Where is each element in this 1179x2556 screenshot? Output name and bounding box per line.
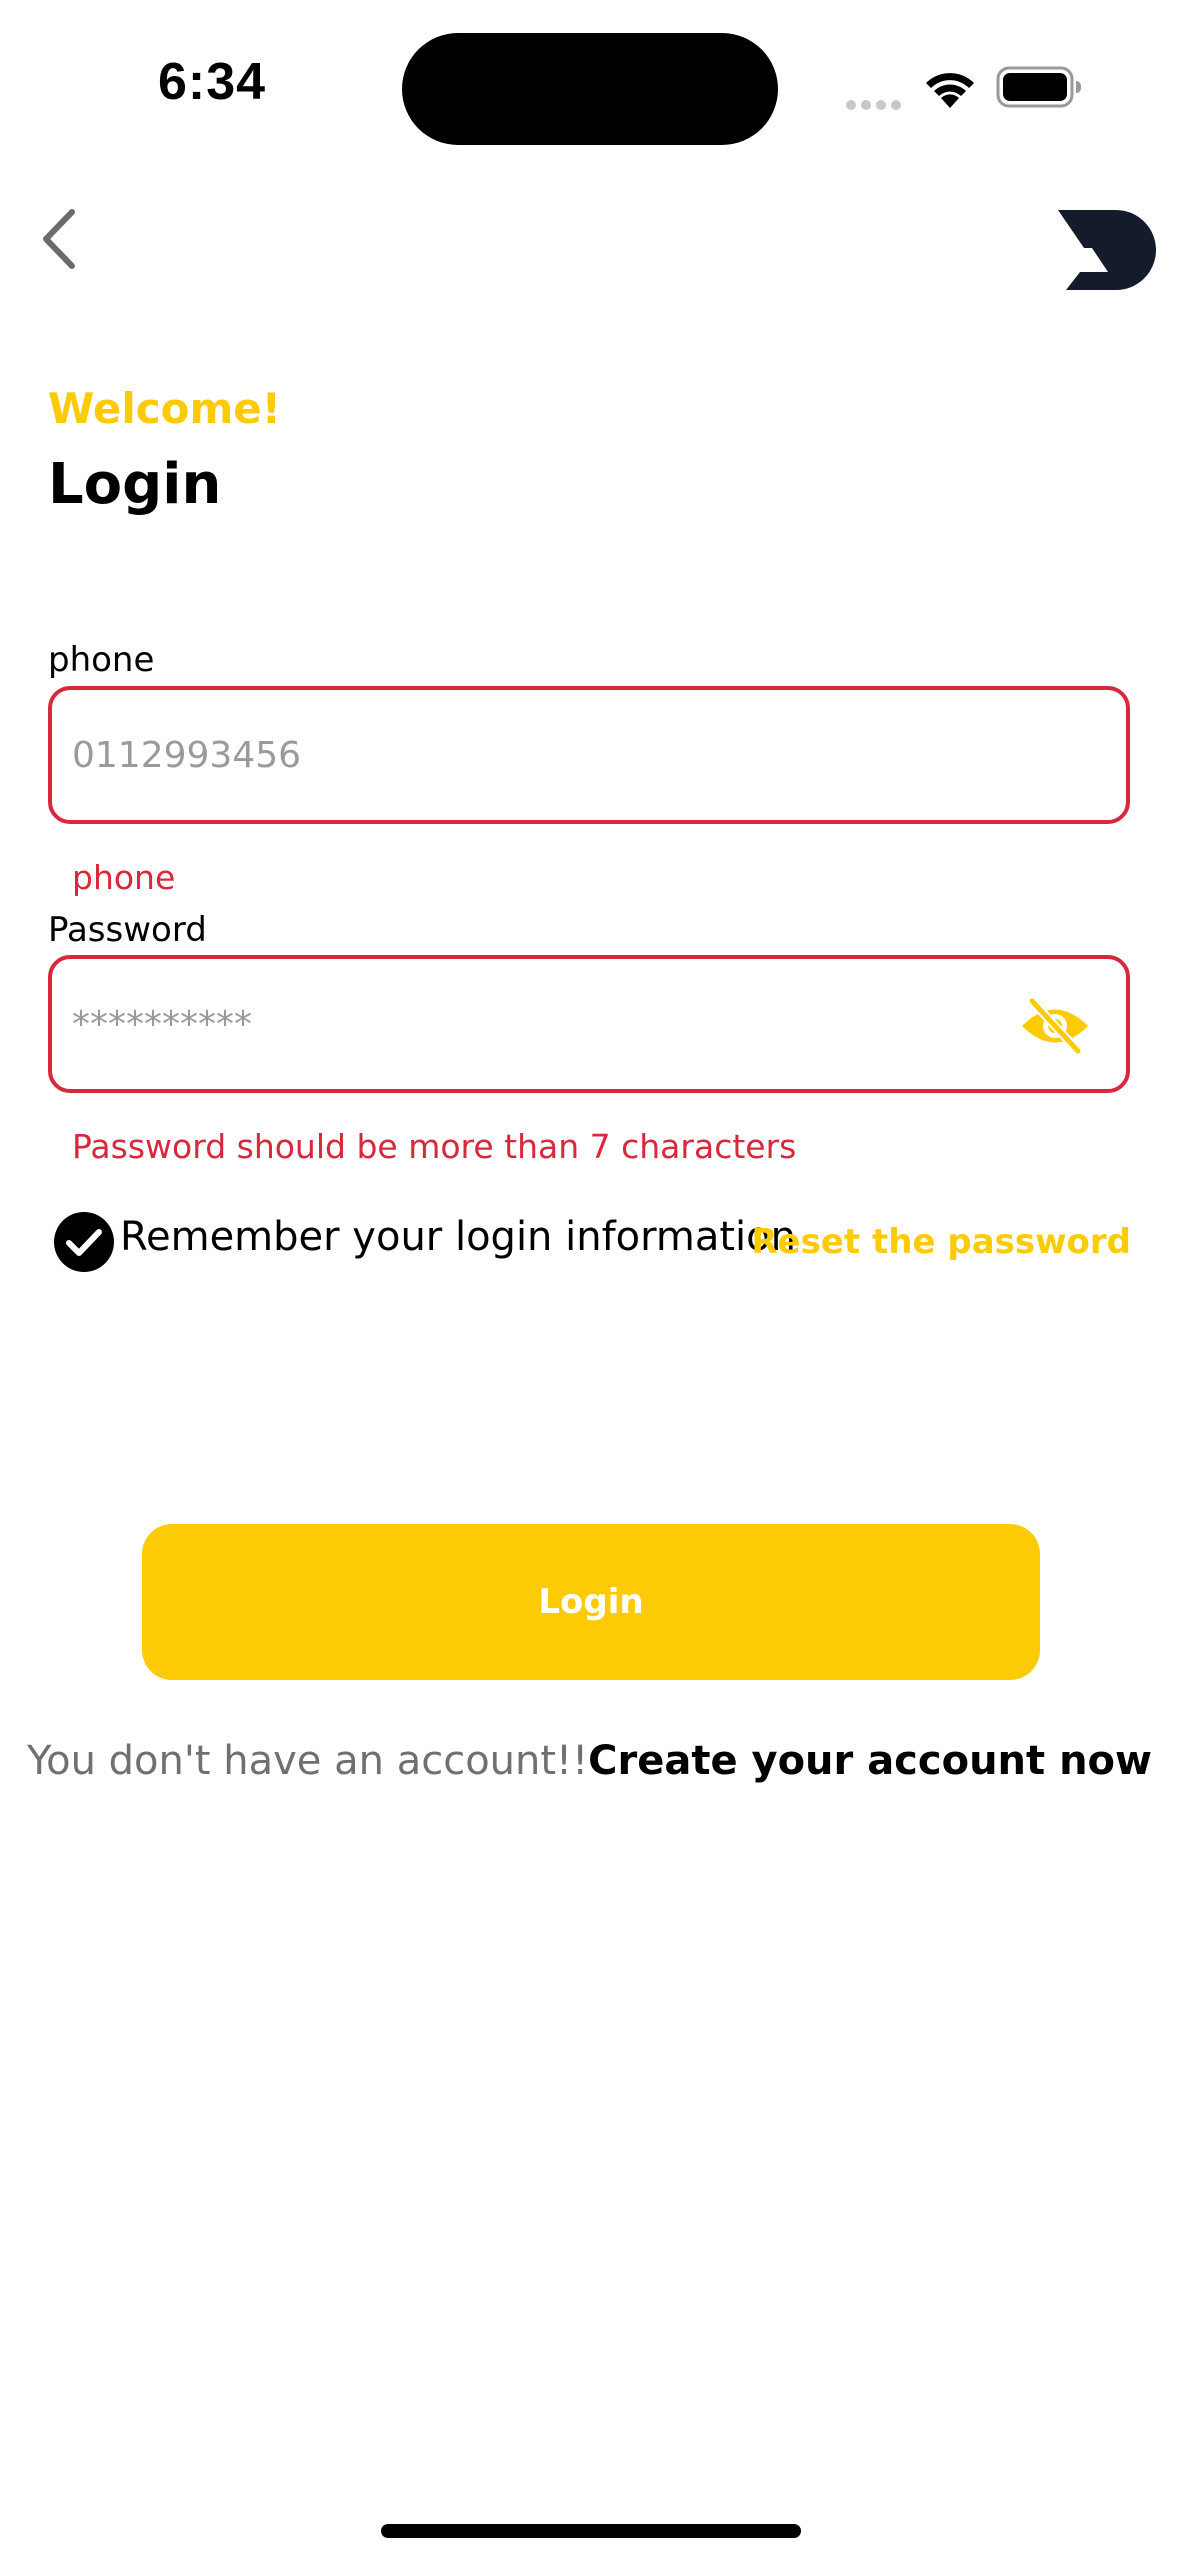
password-label: Password xyxy=(48,910,207,950)
wifi-icon xyxy=(926,73,974,108)
eye-off-icon[interactable] xyxy=(1018,995,1092,1057)
signup-prompt: You don't have an account!! xyxy=(26,1738,589,1784)
brand-logo xyxy=(1058,210,1156,290)
phone-label: phone xyxy=(48,640,155,680)
welcome-text: Welcome! xyxy=(48,384,281,433)
password-field xyxy=(48,955,1130,1093)
login-button[interactable]: Login xyxy=(142,1524,1040,1680)
phone-field xyxy=(48,686,1130,824)
signup-row: You don't have an account!!Create your a… xyxy=(0,1738,1179,1784)
back-chevron-icon[interactable] xyxy=(36,206,86,272)
phone-error: phone xyxy=(72,858,176,897)
cellular-signal-icon xyxy=(846,95,906,114)
password-error: Password should be more than 7 character… xyxy=(72,1127,797,1166)
dynamic-island xyxy=(402,33,778,145)
battery-icon xyxy=(996,66,1081,108)
create-account-link[interactable]: Create your account now xyxy=(588,1738,1152,1784)
status-time: 6:34 xyxy=(158,53,267,111)
phone-input[interactable] xyxy=(72,690,992,820)
reset-password-link[interactable]: Reset the password xyxy=(751,1222,1131,1262)
remember-me-label[interactable]: Remember your login information xyxy=(120,1214,796,1260)
page-title: Login xyxy=(48,452,222,517)
password-input[interactable] xyxy=(72,959,992,1089)
home-indicator[interactable] xyxy=(381,2524,801,2538)
checkmark-circle-icon[interactable] xyxy=(52,1210,116,1274)
